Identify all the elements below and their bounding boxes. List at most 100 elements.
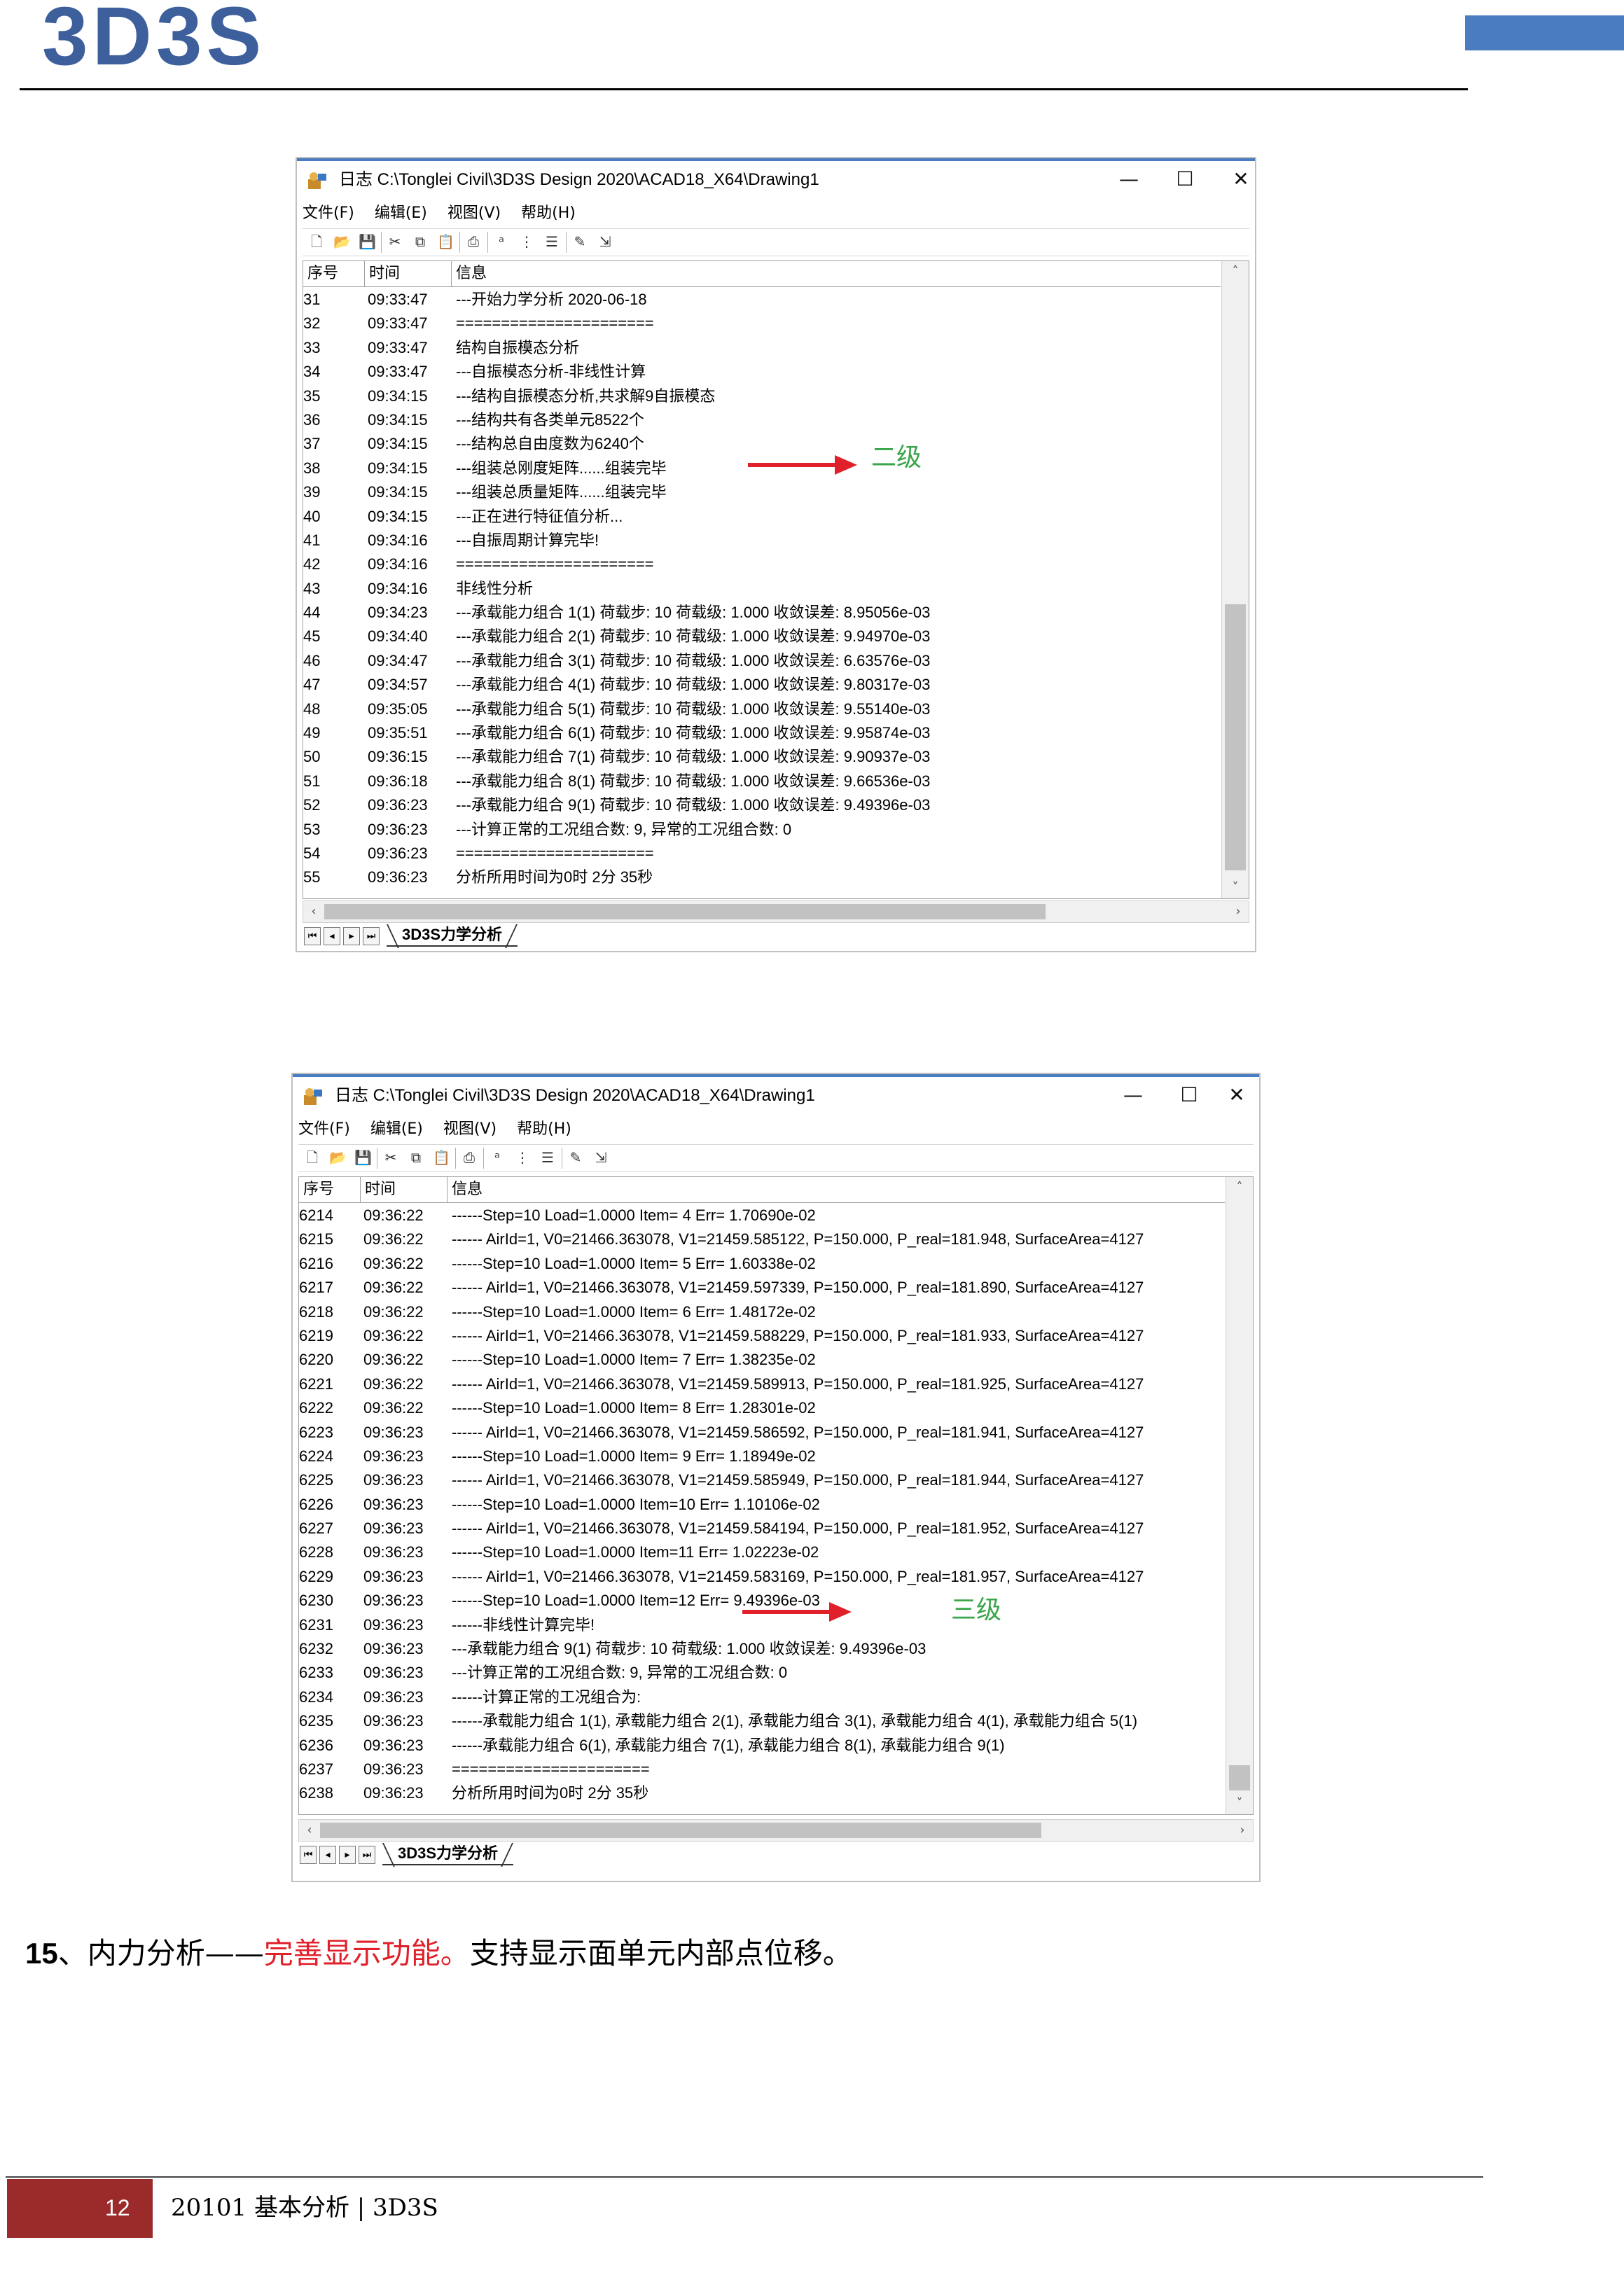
tree-icon[interactable]: ⋮	[514, 1149, 531, 1166]
menu-help[interactable]: 帮助(H)	[517, 1120, 571, 1138]
copy-icon[interactable]: ⧉	[412, 233, 429, 250]
minimize-button[interactable]: —	[1108, 164, 1150, 195]
menu-view[interactable]: 视图(V)	[447, 204, 501, 222]
log-row[interactable]: 43 09:34:16 非线性分析	[303, 577, 1221, 601]
maximize-button[interactable]: ☐	[1168, 1080, 1210, 1111]
log-row[interactable]: 6237 09:36:23 ======================	[299, 1758, 1225, 1781]
first-sheet-icon[interactable]: ⏮	[304, 927, 321, 945]
scroll-thumb[interactable]	[1229, 1765, 1250, 1790]
close-button[interactable]: ✕	[1216, 1080, 1258, 1111]
log-row[interactable]: 6223 09:36:23 ------ AirId=1, V0=21466.363…	[299, 1421, 1225, 1445]
close-button[interactable]: ✕	[1220, 164, 1262, 195]
log-row[interactable]: 6219 09:36:22 ------ AirId=1, V0=21466.363…	[299, 1324, 1225, 1348]
log-row[interactable]: 6218 09:36:22 ------Step=10 Load=1.0000 It…	[299, 1300, 1225, 1324]
log-row[interactable]: 32 09:33:47 ======================	[303, 312, 1221, 335]
log-row[interactable]: 49 09:35:51 ---承载能力组合 6(1) 荷载步: 10 荷载级: 1.…	[303, 721, 1221, 745]
log-row[interactable]: 39 09:34:15 ---组装总质量矩阵......组装完毕	[303, 480, 1221, 504]
prev-sheet-icon[interactable]: ◂	[324, 927, 340, 945]
menu-edit[interactable]: 编辑(E)	[375, 204, 427, 222]
log-row[interactable]: 53 09:36:23 ---计算正常的工况组合数: 9, 异常的工况组合数: 0	[303, 818, 1221, 842]
log-row[interactable]: 55 09:36:23 分析所用时间为0时 2分 35秒	[303, 865, 1221, 889]
log-row[interactable]: 6215 09:36:22 ------ AirId=1, V0=21466.363…	[299, 1227, 1225, 1251]
edit-icon[interactable]: ✎	[567, 1149, 584, 1166]
next-sheet-icon[interactable]: ▸	[343, 927, 360, 945]
log-row[interactable]: 34 09:33:47 ---自振模态分析-非线性计算	[303, 360, 1221, 384]
log-row[interactable]: 54 09:36:23 ======================	[303, 842, 1221, 865]
log-row[interactable]: 6233 09:36:23 ---计算正常的工况组合数: 9, 异常的工况组合数: …	[299, 1661, 1225, 1685]
new-file-icon[interactable]: 🗋	[308, 233, 325, 250]
tree-icon[interactable]: ⋮	[518, 233, 535, 250]
prev-sheet-icon[interactable]: ◂	[319, 1846, 336, 1864]
col-header-time[interactable]: 时间	[361, 1177, 447, 1202]
menu-file[interactable]: 文件(F)	[298, 1120, 350, 1138]
log-row[interactable]: 6229 09:36:23 ------ AirId=1, V0=21466.363…	[299, 1565, 1225, 1589]
horizontal-scrollbar[interactable]: ‹ ›	[298, 1819, 1254, 1842]
minimize-button[interactable]: —	[1112, 1080, 1154, 1111]
log-row[interactable]: 6228 09:36:23 ------Step=10 Load=1.0000 It…	[299, 1540, 1225, 1564]
h-scroll-thumb[interactable]	[324, 904, 1046, 919]
cut-icon[interactable]: ✂	[382, 1149, 399, 1166]
scroll-up-icon[interactable]: ˄	[1222, 261, 1249, 282]
scroll-right-icon[interactable]: ›	[1232, 1820, 1253, 1841]
log-row[interactable]: 36 09:34:15 ---结构共有各类单元8522个	[303, 408, 1221, 432]
find-icon[interactable]: ᵃ	[489, 1149, 506, 1166]
log-row[interactable]: 6221 09:36:22 ------ AirId=1, V0=21466.363…	[299, 1372, 1225, 1396]
export-icon[interactable]: ⇲	[592, 1149, 609, 1166]
find-icon[interactable]: ᵃ	[493, 233, 510, 250]
log-row[interactable]: 52 09:36:23 ---承载能力组合 9(1) 荷载步: 10 荷载级: 1.…	[303, 793, 1221, 817]
menu-view[interactable]: 视图(V)	[443, 1120, 497, 1138]
paste-icon[interactable]: 📋	[437, 233, 454, 250]
last-sheet-icon[interactable]: ⏭	[359, 1846, 375, 1864]
log-row[interactable]: 51 09:36:18 ---承载能力组合 8(1) 荷载步: 10 荷载级: 1.…	[303, 770, 1221, 793]
open-folder-icon[interactable]: 📂	[333, 233, 351, 250]
sheet-tab-mechanics[interactable]: 3D3S力学分析	[387, 924, 518, 947]
col-header-index[interactable]: 序号	[299, 1177, 361, 1202]
save-icon[interactable]: 💾	[359, 233, 376, 250]
paste-icon[interactable]: 📋	[433, 1149, 450, 1166]
log-row[interactable]: 42 09:34:16 ======================	[303, 552, 1221, 576]
list-icon[interactable]: ☰	[543, 233, 560, 250]
scroll-left-icon[interactable]: ‹	[303, 901, 324, 922]
first-sheet-icon[interactable]: ⏮	[300, 1846, 317, 1864]
last-sheet-icon[interactable]: ⏭	[363, 927, 380, 945]
scroll-down-icon[interactable]: ˅	[1222, 877, 1249, 898]
log-row[interactable]: 50 09:36:15 ---承载能力组合 7(1) 荷载步: 10 荷载级: 1.…	[303, 745, 1221, 769]
log-row[interactable]: 6226 09:36:23 ------Step=10 Load=1.0000 It…	[299, 1493, 1225, 1517]
log-row[interactable]: 6217 09:36:22 ------ AirId=1, V0=21466.363…	[299, 1276, 1225, 1300]
log-row[interactable]: 48 09:35:05 ---承载能力组合 5(1) 荷载步: 10 荷载级: 1.…	[303, 697, 1221, 721]
vertical-scrollbar[interactable]: ˄ ˅	[1221, 261, 1249, 898]
list-icon[interactable]: ☰	[539, 1149, 556, 1166]
log-row[interactable]: 6220 09:36:22 ------Step=10 Load=1.0000 It…	[299, 1348, 1225, 1372]
print-icon[interactable]: ⎙	[465, 233, 482, 250]
log-row[interactable]: 6235 09:36:23 ------承载能力组合 1(1), 承载能力组合 2(…	[299, 1709, 1225, 1733]
menu-edit[interactable]: 编辑(E)	[370, 1120, 423, 1138]
edit-icon[interactable]: ✎	[571, 233, 588, 250]
log-row[interactable]: 6236 09:36:23 ------承载能力组合 6(1), 承载能力组合 7(…	[299, 1734, 1225, 1758]
log-row[interactable]: 6227 09:36:23 ------ AirId=1, V0=21466.363…	[299, 1517, 1225, 1540]
log-row[interactable]: 44 09:34:23 ---承载能力组合 1(1) 荷载步: 10 荷载级: 1.…	[303, 601, 1221, 625]
scroll-left-icon[interactable]: ‹	[299, 1820, 320, 1841]
log-row[interactable]: 6214 09:36:22 ------Step=10 Load=1.0000 It…	[299, 1204, 1225, 1227]
log-row[interactable]: 6224 09:36:23 ------Step=10 Load=1.0000 It…	[299, 1445, 1225, 1468]
log-row[interactable]: 6234 09:36:23 ------计算正常的工况组合为:	[299, 1685, 1225, 1709]
maximize-button[interactable]: ☐	[1164, 164, 1206, 195]
horizontal-scrollbar[interactable]: ‹ ›	[303, 900, 1249, 923]
col-header-message[interactable]: 信息	[447, 1177, 1230, 1202]
menu-file[interactable]: 文件(F)	[303, 204, 354, 222]
log-row[interactable]: 6238 09:36:23 分析所用时间为0时 2分 35秒	[299, 1781, 1225, 1805]
log-row[interactable]: 45 09:34:40 ---承载能力组合 2(1) 荷载步: 10 荷载级: 1.…	[303, 625, 1221, 648]
cut-icon[interactable]: ✂	[387, 233, 403, 250]
title-bar[interactable]: 日志 C:\Tonglei Civil\3D3S Design 2020\ACA…	[297, 162, 1255, 199]
log-row[interactable]: 6216 09:36:22 ------Step=10 Load=1.0000 It…	[299, 1252, 1225, 1276]
log-row[interactable]: 47 09:34:57 ---承载能力组合 4(1) 荷载步: 10 荷载级: 1.…	[303, 673, 1221, 697]
scroll-up-icon[interactable]: ˄	[1226, 1177, 1253, 1198]
copy-icon[interactable]: ⧉	[408, 1149, 424, 1166]
menu-help[interactable]: 帮助(H)	[521, 204, 576, 222]
col-header-index[interactable]: 序号	[303, 261, 365, 286]
log-row[interactable]: 33 09:33:47 结构自振模态分析	[303, 336, 1221, 360]
log-row[interactable]: 31 09:33:47 ---开始力学分析 2020-06-18	[303, 288, 1221, 312]
log-row[interactable]: 6222 09:36:22 ------Step=10 Load=1.0000 It…	[299, 1396, 1225, 1420]
vertical-scrollbar[interactable]: ˄ ˅	[1226, 1177, 1253, 1814]
scroll-down-icon[interactable]: ˅	[1226, 1793, 1253, 1814]
log-row[interactable]: 46 09:34:47 ---承载能力组合 3(1) 荷载步: 10 荷载级: 1.…	[303, 649, 1221, 673]
